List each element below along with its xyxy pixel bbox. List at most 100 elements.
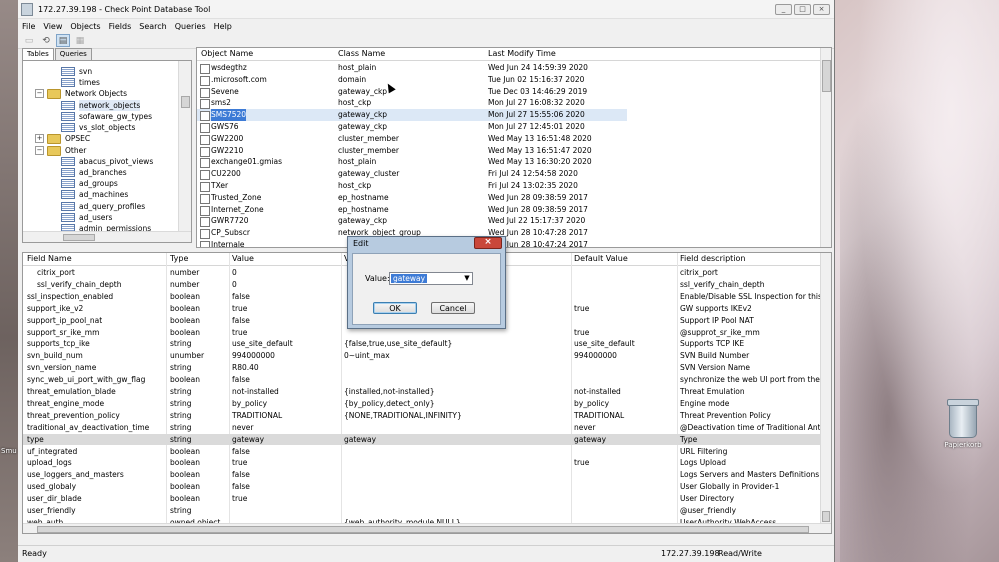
- tree-node[interactable]: svn: [61, 66, 92, 77]
- minimize-button[interactable]: _: [775, 3, 792, 15]
- table-icon: [61, 168, 75, 177]
- column-default-value[interactable]: Default Value: [574, 253, 628, 265]
- tree-node[interactable]: ad_users: [61, 212, 112, 223]
- object-row[interactable]: GW2210 cluster_member Wed May 13 16:51:47 …: [197, 145, 627, 157]
- object-row[interactable]: Sevene gateway_ckp Tue Dec 03 14:46:29 201…: [197, 86, 627, 98]
- menu-fields[interactable]: Fields: [109, 22, 132, 31]
- field-row[interactable]: user_dir_blade boolean true User Directory: [23, 493, 820, 505]
- tab-queries[interactable]: Queries: [54, 48, 92, 60]
- object-name-cell: SMS7520: [211, 109, 247, 121]
- object-name-cell: CP_Subscr: [211, 228, 250, 238]
- field-row[interactable]: supports_tcp_ike string use_site_default {f…: [23, 338, 820, 350]
- object-row[interactable]: GW2200 cluster_member Wed May 13 16:51:48 …: [197, 133, 627, 145]
- tree-node[interactable]: ad_machines: [61, 189, 128, 200]
- tree-node[interactable]: sofaware_gw_types: [61, 111, 152, 122]
- tab-tables[interactable]: Tables: [22, 48, 54, 60]
- value-combobox-text[interactable]: gateway: [391, 274, 428, 283]
- expand-icon[interactable]: +: [35, 134, 44, 143]
- edit-dialog-close-button[interactable]: ×: [474, 237, 502, 249]
- tree-node[interactable]: − Network Objects: [35, 88, 127, 99]
- column-type[interactable]: Type: [170, 253, 188, 265]
- field-row[interactable]: used_globaly boolean false User Globally in…: [23, 481, 820, 493]
- field-row[interactable]: type string gateway gateway gateway Type: [23, 433, 820, 446]
- recycle-bin[interactable]: Papierkorb: [940, 399, 986, 449]
- table-tree: svn times − Network Objects network_objects s…: [22, 60, 192, 243]
- field-row[interactable]: threat_prevention_policy string TRADITIONA…: [23, 410, 820, 422]
- field-list-vscroll-thumb[interactable]: [822, 511, 830, 522]
- object-row[interactable]: exchange01.gmias host_plain Wed May 13 16:…: [197, 156, 627, 169]
- tree-node-label: vs_slot_objects: [79, 123, 136, 132]
- object-list-vertical-scrollbar[interactable]: [820, 48, 831, 247]
- field-list-vertical-scrollbar[interactable]: [820, 253, 831, 523]
- field-row[interactable]: uf_integrated boolean false URL Filtering: [23, 446, 820, 458]
- column-value[interactable]: Value: [232, 253, 254, 265]
- field-row[interactable]: traditional_av_deactivation_time string ne…: [23, 422, 831, 434]
- object-row[interactable]: GWR7720 gateway_ckp Wed Jul 22 15:17:37 20…: [197, 215, 627, 228]
- tree-node[interactable]: ad_branches: [61, 167, 127, 178]
- tree-node[interactable]: − Other: [35, 145, 86, 156]
- object-row[interactable]: Internet_Zone ep_hostname Wed Jun 28 09:38…: [197, 204, 627, 216]
- collapse-icon[interactable]: −: [35, 146, 44, 155]
- menu-help[interactable]: Help: [214, 22, 232, 31]
- field-list-hscroll-thumb[interactable]: [37, 526, 809, 533]
- menu-file[interactable]: File: [22, 22, 35, 31]
- tree-horizontal-scrollbar[interactable]: [23, 231, 191, 242]
- column-field-name[interactable]: Field Name: [27, 253, 72, 265]
- maximize-button[interactable]: □: [794, 3, 811, 15]
- object-row[interactable]: GWS76 gateway_ckp Mon Jul 27 12:45:01 2020: [197, 121, 627, 133]
- tree-node[interactable]: + OPSEC: [35, 133, 90, 144]
- field-list-horizontal-scrollbar[interactable]: [23, 523, 831, 533]
- tree-node[interactable]: network_objects: [61, 100, 141, 111]
- field-row[interactable]: threat_engine_mode string by_policy {by_pol…: [23, 398, 820, 410]
- chevron-down-icon[interactable]: ▼: [462, 273, 472, 284]
- tree-node[interactable]: vs_slot_objects: [61, 122, 135, 133]
- object-list-vscroll-thumb[interactable]: [822, 60, 831, 92]
- menu-objects[interactable]: Objects: [70, 22, 100, 31]
- tree-node[interactable]: ad_groups: [61, 178, 118, 189]
- refresh-icon[interactable]: ⟲: [39, 34, 53, 47]
- recycle-bin-icon[interactable]: [947, 399, 979, 438]
- field-row[interactable]: svn_build_num unumber 994000000 0~uint_max 9…: [23, 350, 820, 362]
- object-row[interactable]: wsdegthz host_plain Wed Jun 24 14:59:39 20…: [197, 62, 627, 74]
- field-row[interactable]: sync_web_ui_port_with_gw_flag boolean fals…: [23, 374, 831, 386]
- tree-vertical-scrollbar[interactable]: [178, 61, 191, 231]
- desktop-icon-label-left[interactable]: Smu: [1, 447, 17, 455]
- tree-vscroll-thumb[interactable]: [181, 96, 190, 108]
- value-combobox[interactable]: gateway ▼: [389, 272, 473, 285]
- column-field-description[interactable]: Field description: [680, 253, 746, 265]
- field-row[interactable]: user_friendly string @user_friendly: [23, 505, 820, 517]
- tree-hscroll-thumb[interactable]: [63, 234, 95, 241]
- cancel-button[interactable]: Cancel: [431, 302, 475, 314]
- field-description-cell: User Globally in Provider-1: [680, 482, 780, 492]
- grid-view-icon[interactable]: ▦: [73, 34, 87, 47]
- title-bar[interactable]: 172.27.39.198 - Check Point Database Too…: [18, 0, 834, 19]
- object-name-cell: GW2200: [211, 133, 244, 143]
- tree-node[interactable]: ad_query_profiles: [61, 201, 145, 212]
- object-row[interactable]: SMS7520 gateway_ckp Mon Jul 27 15:55:06 20…: [197, 109, 627, 122]
- object-row[interactable]: CU2200 gateway_cluster Fri Jul 24 12:54:58…: [197, 168, 627, 181]
- field-description-cell: User Directory: [680, 494, 735, 504]
- status-mode: Read/Write: [718, 549, 762, 558]
- menu-queries[interactable]: Queries: [175, 22, 206, 31]
- field-row[interactable]: upload_logs boolean true true Logs Upload: [23, 457, 820, 469]
- object-row[interactable]: Trusted_Zone ep_hostname Wed Jun 28 09:38:…: [197, 192, 627, 204]
- field-row[interactable]: use_loggers_and_masters boolean false Logs …: [23, 469, 820, 481]
- menu-search[interactable]: Search: [139, 22, 166, 31]
- close-button[interactable]: ×: [813, 3, 830, 15]
- column-class-name[interactable]: Class Name: [338, 48, 385, 60]
- list-view-icon[interactable]: ▤: [56, 34, 70, 47]
- column-last-modify-time[interactable]: Last Modify Time: [488, 48, 556, 60]
- field-row[interactable]: svn_version_name string R80.40 SVN Version …: [23, 362, 820, 374]
- field-row[interactable]: threat_emulation_blade string not-installe…: [23, 386, 820, 398]
- object-row[interactable]: TXer host_ckp Fri Jul 24 13:02:35 2020: [197, 180, 627, 192]
- tree-node[interactable]: abacus_pivot_views: [61, 156, 153, 167]
- tree-node[interactable]: times: [61, 77, 100, 88]
- column-object-name[interactable]: Object Name: [201, 48, 253, 60]
- ok-button[interactable]: OK: [373, 302, 417, 314]
- object-row[interactable]: .microsoft.com domain Tue Jun 02 15:16:37 …: [197, 74, 627, 86]
- object-row[interactable]: sms2 host_ckp Mon Jul 27 16:08:32 2020: [197, 97, 627, 110]
- collapse-icon[interactable]: −: [35, 89, 44, 98]
- field-name-cell: threat_prevention_policy: [27, 410, 120, 420]
- menu-view[interactable]: View: [43, 22, 62, 31]
- new-icon[interactable]: ▭: [22, 34, 36, 47]
